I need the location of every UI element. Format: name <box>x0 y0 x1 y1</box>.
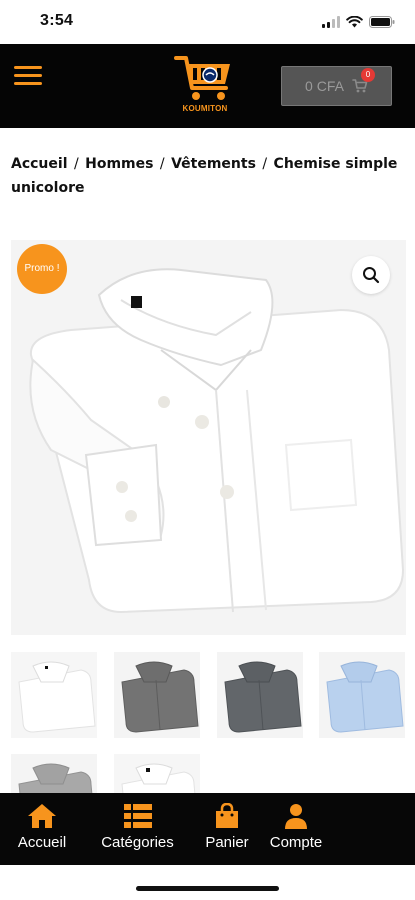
search-icon <box>363 267 380 284</box>
nav-label-categories: Catégories <box>101 834 174 851</box>
menu-button[interactable] <box>14 66 42 90</box>
nav-label-account: Compte <box>269 834 323 851</box>
status-bar: 3:54 <box>0 0 415 44</box>
thumbnail-white-shirt[interactable] <box>11 652 97 738</box>
nav-item-cart[interactable]: Panier <box>198 793 256 865</box>
cart-icon-wrap: 0 <box>352 68 375 94</box>
breadcrumb-separator: / <box>69 156 84 172</box>
bottom-navigation: Accueil Catégories Panier Compte <box>0 793 415 865</box>
nav-item-account[interactable]: Compte <box>261 793 331 865</box>
home-icon <box>27 803 57 829</box>
battery-icon <box>369 13 395 32</box>
cart-total: 0 CFA <box>305 78 344 94</box>
menu-icon-bar <box>14 74 42 77</box>
cart-button[interactable]: 0 CFA 0 <box>281 66 392 106</box>
shirt-thumb-icon <box>217 652 303 738</box>
app-header: KOUMITON 0 CFA 0 <box>0 44 415 128</box>
user-icon <box>284 803 308 829</box>
breadcrumb-link-clothing[interactable]: Vêtements <box>171 156 256 172</box>
logo-text: KOUMITON <box>182 104 228 113</box>
breadcrumb-link-home[interactable]: Accueil <box>11 156 68 172</box>
zoom-button[interactable] <box>352 256 390 294</box>
nav-label-home: Accueil <box>17 834 67 851</box>
promo-badge: Promo ! <box>17 244 67 294</box>
breadcrumb: Accueil / Hommes / Vêtements / Chemise s… <box>11 152 405 200</box>
logo[interactable]: KOUMITON <box>172 52 238 116</box>
breadcrumb-link-men[interactable]: Hommes <box>85 156 153 172</box>
nav-item-home[interactable]: Accueil <box>10 793 74 865</box>
list-icon <box>123 803 152 829</box>
status-icons <box>322 13 395 32</box>
thumbnail-dark-grey-shirt[interactable] <box>114 652 200 738</box>
product-main-image[interactable]: Promo ! <box>11 240 406 635</box>
home-indicator[interactable] <box>136 886 279 891</box>
breadcrumb-separator: / <box>257 156 272 172</box>
shirt-thumb-icon <box>114 652 200 738</box>
shirt-thumb-icon <box>11 652 97 738</box>
breadcrumb-separator: / <box>155 156 170 172</box>
nav-item-categories[interactable]: Catégories <box>90 793 185 865</box>
shirt-image <box>11 240 406 635</box>
shirt-thumb-icon <box>319 652 405 738</box>
menu-icon-bar <box>14 66 42 69</box>
signal-icon <box>322 13 340 32</box>
status-time: 3:54 <box>40 12 74 29</box>
cart-count-badge: 0 <box>360 68 375 82</box>
nav-label-cart: Panier <box>205 834 249 851</box>
thumbnail-light-blue-shirt[interactable] <box>319 652 405 738</box>
thumbnail-grey-shirt[interactable] <box>217 652 303 738</box>
cart-logo-icon <box>174 56 230 100</box>
menu-icon-bar <box>14 82 42 85</box>
wifi-icon <box>346 13 363 32</box>
bag-icon <box>214 803 240 829</box>
